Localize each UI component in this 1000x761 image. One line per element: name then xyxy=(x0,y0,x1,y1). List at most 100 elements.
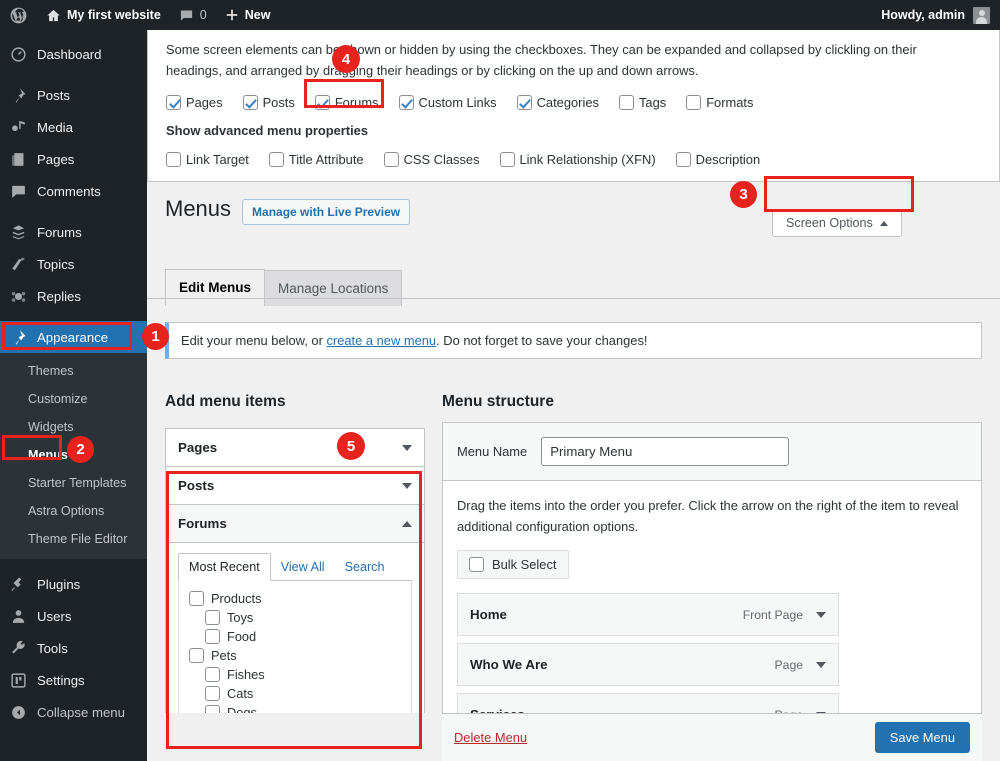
new-label: New xyxy=(244,8,271,22)
forum-item-fishes[interactable]: Fishes xyxy=(189,665,401,684)
menu-structure-description: Drag the items into the order you prefer… xyxy=(457,498,959,534)
save-menu-button[interactable]: Save Menu xyxy=(874,722,970,753)
sidebar-label: Media xyxy=(37,119,73,135)
checkbox[interactable] xyxy=(205,629,220,644)
tab-manage-locations[interactable]: Manage Locations xyxy=(264,270,403,306)
sidebar-item-plugins[interactable]: Plugins xyxy=(0,568,147,600)
sidebar-subitem-theme-file-editor[interactable]: Theme File Editor xyxy=(0,525,147,553)
menu-item-home[interactable]: Home Front Page xyxy=(457,593,839,636)
screen-option-tags[interactable]: Tags xyxy=(618,95,666,110)
checkbox[interactable] xyxy=(205,610,220,625)
sidebar-item-dashboard[interactable]: Dashboard xyxy=(0,38,147,70)
checkbox-label: Description xyxy=(695,152,761,167)
advanced-option-link-target[interactable]: Link Target xyxy=(166,152,249,167)
advanced-option-link-relationship[interactable]: Link Relationship (XFN) xyxy=(499,152,656,167)
checkbox[interactable] xyxy=(383,152,399,167)
sidebar-subitem-astra-options[interactable]: Astra Options xyxy=(0,497,147,525)
menu-name-input[interactable] xyxy=(541,437,790,466)
checkbox[interactable] xyxy=(189,648,204,663)
checkbox[interactable] xyxy=(314,95,330,110)
chevron-down-icon[interactable] xyxy=(402,444,412,451)
forum-item-food[interactable]: Food xyxy=(189,627,401,646)
sidebar-item-collapse-menu[interactable]: Collapse menu xyxy=(0,696,147,728)
left-column-bottom-mask xyxy=(147,713,442,761)
accordion-forums[interactable]: Forums xyxy=(166,505,424,543)
sidebar-label: Plugins xyxy=(37,576,81,592)
checkbox[interactable] xyxy=(675,152,691,167)
delete-menu-link[interactable]: Delete Menu xyxy=(454,730,527,745)
sidebar-subitem-starter-templates[interactable]: Starter Templates xyxy=(0,469,147,497)
forum-item-cats[interactable]: Cats xyxy=(189,684,401,703)
sidebar-subitem-customize[interactable]: Customize xyxy=(0,385,147,413)
checkbox[interactable] xyxy=(166,95,181,110)
wordpress-logo-button[interactable] xyxy=(0,0,37,30)
checkbox[interactable] xyxy=(618,95,634,110)
notice-prefix: Edit your menu below, or xyxy=(181,333,327,348)
sidebar-item-forums[interactable]: Forums xyxy=(0,216,147,248)
accordion-posts[interactable]: Posts xyxy=(166,467,424,505)
forums-tab-view-all[interactable]: View All xyxy=(271,554,335,580)
advanced-option-title-attribute[interactable]: Title Attribute xyxy=(268,152,364,167)
forums-tab-search[interactable]: Search xyxy=(335,554,395,580)
sidebar-item-topics[interactable]: Topics xyxy=(0,248,147,280)
item-label: Food xyxy=(227,629,257,644)
forum-item-toys[interactable]: Toys xyxy=(189,608,401,627)
sidebar-item-replies[interactable]: Replies xyxy=(0,280,147,312)
advanced-option-css-classes[interactable]: CSS Classes xyxy=(383,152,480,167)
screen-option-posts[interactable]: Posts xyxy=(242,95,295,110)
new-content-menu[interactable]: New xyxy=(216,0,280,30)
checkbox[interactable] xyxy=(242,95,258,110)
checkbox[interactable] xyxy=(516,95,532,110)
sidebar-item-posts[interactable]: Posts xyxy=(0,79,147,111)
sidebar-item-settings[interactable]: Settings xyxy=(0,664,147,696)
chevron-up-icon[interactable] xyxy=(402,520,412,527)
create-new-menu-link[interactable]: create a new menu xyxy=(326,333,436,348)
checkbox[interactable] xyxy=(268,152,284,167)
checkbox[interactable] xyxy=(166,152,181,167)
checkbox[interactable] xyxy=(469,557,484,572)
item-label: Cats xyxy=(227,686,254,701)
forum-item-products[interactable]: Products xyxy=(189,589,401,608)
checkbox[interactable] xyxy=(189,591,204,606)
sidebar-item-tools[interactable]: Tools xyxy=(0,632,147,664)
screen-option-categories[interactable]: Categories xyxy=(516,95,599,110)
forums-tab-most-recent[interactable]: Most Recent xyxy=(178,553,271,581)
screen-option-custom-links[interactable]: Custom Links xyxy=(398,95,497,110)
screen-option-pages[interactable]: Pages xyxy=(166,95,223,110)
menu-item-type: Front Page xyxy=(742,607,803,622)
media-icon xyxy=(9,118,28,137)
bulk-select-label: Bulk Select xyxy=(492,557,557,572)
chevron-down-icon[interactable] xyxy=(816,661,826,668)
plug-icon xyxy=(9,575,28,594)
checkbox[interactable] xyxy=(499,152,515,167)
accordion-pages[interactable]: Pages xyxy=(166,429,424,467)
tab-edit-menus[interactable]: Edit Menus xyxy=(165,269,266,306)
menu-item-who-we-are[interactable]: Who We Are Page xyxy=(457,643,839,686)
sidebar-item-users[interactable]: Users xyxy=(0,600,147,632)
accordion-label: Forums xyxy=(178,516,227,531)
sidebar-item-comments[interactable]: Comments xyxy=(0,175,147,207)
menu-save-bar: Delete Menu Save Menu xyxy=(442,713,982,761)
checkbox[interactable] xyxy=(205,667,220,682)
avatar[interactable] xyxy=(973,6,990,24)
manage-with-live-preview-button[interactable]: Manage with Live Preview xyxy=(242,199,411,225)
checkbox[interactable] xyxy=(686,95,702,110)
forum-item-pets[interactable]: Pets xyxy=(189,646,401,665)
chevron-down-icon[interactable] xyxy=(816,611,826,618)
chevron-down-icon[interactable] xyxy=(402,482,412,489)
sidebar-item-appearance[interactable]: Appearance xyxy=(0,321,147,353)
checkbox[interactable] xyxy=(398,95,414,110)
comments-bubble-link[interactable]: 0 xyxy=(170,0,216,30)
howdy-label[interactable]: Howdy, admin xyxy=(881,0,965,30)
sidebar-item-pages[interactable]: Pages xyxy=(0,143,147,175)
site-name-menu[interactable]: My first website xyxy=(37,0,170,30)
checkbox[interactable] xyxy=(205,686,220,701)
sidebar-item-media[interactable]: Media xyxy=(0,111,147,143)
screen-option-forums[interactable]: Forums xyxy=(314,95,379,110)
screen-option-formats[interactable]: Formats xyxy=(686,95,753,110)
bulk-select-toggle[interactable]: Bulk Select xyxy=(457,550,569,579)
sidebar-subitem-themes[interactable]: Themes xyxy=(0,357,147,385)
advanced-option-description[interactable]: Description xyxy=(675,152,761,167)
item-label: Fishes xyxy=(227,667,265,682)
sidebar-label: Collapse menu xyxy=(37,704,125,720)
